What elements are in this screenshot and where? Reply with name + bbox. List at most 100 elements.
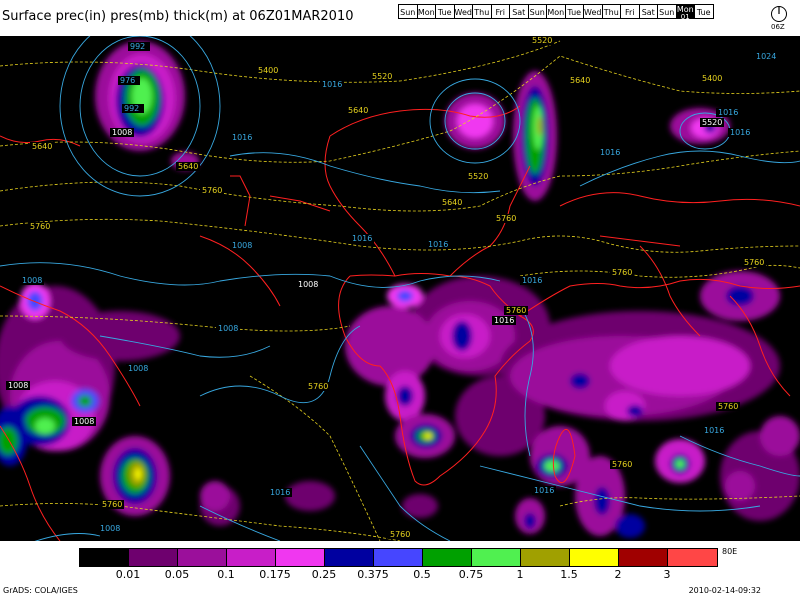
colorbar-tick-label: 1 <box>516 568 524 581</box>
colorbar-swatch <box>619 549 668 566</box>
svg-text:1016: 1016 <box>522 276 542 285</box>
day-label: Fri <box>624 8 635 17</box>
svg-text:1008: 1008 <box>128 364 148 373</box>
label-isobar: 992 <box>130 42 145 51</box>
day-cell: Mon <box>416 4 436 19</box>
colorbar-swatch <box>129 549 178 566</box>
day-label: Wed <box>584 8 602 17</box>
day-label: Sun <box>400 8 416 17</box>
svg-text:5760: 5760 <box>496 214 516 223</box>
svg-text:1016: 1016 <box>270 488 290 497</box>
colorbar-tick-label: 2 <box>614 568 622 581</box>
svg-text:5520: 5520 <box>372 72 392 81</box>
svg-text:5640: 5640 <box>348 106 368 115</box>
svg-text:5760: 5760 <box>612 460 632 469</box>
colorbar-tick-label: 0.01 <box>115 568 141 581</box>
day-cell: Sat <box>509 4 529 19</box>
svg-text:5520: 5520 <box>468 172 488 181</box>
day-sub-label: 01 <box>680 13 690 21</box>
svg-text:1008: 1008 <box>218 324 238 333</box>
svg-text:5760: 5760 <box>30 222 50 231</box>
svg-text:5400: 5400 <box>258 66 278 75</box>
day-label: Wed <box>454 8 472 17</box>
svg-text:5520: 5520 <box>702 118 722 127</box>
colorbar-tick-label: 0.5 <box>413 568 431 581</box>
svg-text:5760: 5760 <box>308 382 328 391</box>
svg-text:5640: 5640 <box>32 142 52 151</box>
svg-text:5760: 5760 <box>202 186 222 195</box>
svg-text:1008: 1008 <box>100 524 120 533</box>
svg-text:1016: 1016 <box>322 80 342 89</box>
footer-timestamp: 2010-02-14-09:32 <box>688 586 761 595</box>
colorbar-tick-label: 0.25 <box>311 568 337 581</box>
day-label: Tue <box>437 8 452 17</box>
compass-label: 06Z <box>771 23 785 31</box>
day-label: Thu <box>474 8 490 17</box>
colorbar-swatch <box>178 549 227 566</box>
svg-text:5760: 5760 <box>102 500 122 509</box>
svg-text:1008: 1008 <box>112 128 132 137</box>
map-canvas: 992 976 992 1008 1016 1016 1016 1016 101… <box>0 36 800 541</box>
day-label: Tue <box>567 8 582 17</box>
svg-text:1008: 1008 <box>22 276 42 285</box>
svg-text:1016: 1016 <box>352 234 372 243</box>
svg-text:1016: 1016 <box>718 108 738 117</box>
svg-text:5760: 5760 <box>612 268 632 277</box>
colorbar-tick-label: 3 <box>663 568 671 581</box>
day-cell: Tue <box>564 4 584 19</box>
precip-colorbar <box>79 548 718 567</box>
day-label: Mon <box>417 8 435 17</box>
svg-text:976: 976 <box>120 76 135 85</box>
colorbar-swatch <box>227 549 276 566</box>
colorbar-swatch <box>668 549 717 566</box>
day-cell: Sun <box>657 4 677 19</box>
day-cell: Wed <box>453 4 473 19</box>
day-label: Sat <box>641 8 655 17</box>
colorbar-swatch <box>570 549 619 566</box>
colorbar-swatch <box>374 549 423 566</box>
svg-text:1024: 1024 <box>756 52 776 61</box>
svg-text:992: 992 <box>124 104 139 113</box>
svg-text:1016: 1016 <box>704 426 724 435</box>
svg-text:1016: 1016 <box>232 133 252 142</box>
day-label: Mon <box>547 8 565 17</box>
svg-text:1008: 1008 <box>232 241 252 250</box>
svg-text:5760: 5760 <box>744 258 764 267</box>
svg-text:5760: 5760 <box>390 530 410 539</box>
svg-text:5520: 5520 <box>532 36 552 45</box>
svg-text:1008: 1008 <box>74 417 94 426</box>
day-label: Tue <box>696 8 711 17</box>
colorbar-tick-label: 0.1 <box>217 568 235 581</box>
svg-text:1008: 1008 <box>298 280 318 289</box>
colorbar-tick-label: 0.375 <box>357 568 389 581</box>
day-cell: Sun <box>398 4 418 19</box>
day-label: Sun <box>659 8 675 17</box>
svg-text:5400: 5400 <box>702 74 722 83</box>
chart-title: Surface prec(in) pres(mb) thick(m) at 06… <box>2 9 354 24</box>
svg-text:1008: 1008 <box>8 381 28 390</box>
colorbar-tick-label: 0.05 <box>164 568 190 581</box>
svg-text:1016: 1016 <box>730 128 750 137</box>
day-cell: Thu <box>472 4 492 19</box>
day-label: Thu <box>603 8 619 17</box>
longitude-label: 80E <box>722 547 738 556</box>
colorbar-swatch <box>423 549 472 566</box>
day-cell: Fri <box>620 4 640 19</box>
colorbar-swatch <box>472 549 521 566</box>
svg-text:1016: 1016 <box>534 486 554 495</box>
svg-text:5760: 5760 <box>506 306 526 315</box>
weather-map: 992 976 992 1008 1016 1016 1016 1016 101… <box>0 36 800 541</box>
day-cell: Sat <box>638 4 658 19</box>
svg-text:5640: 5640 <box>570 76 590 85</box>
colorbar-swatch <box>325 549 374 566</box>
day-cell: Tue <box>694 4 714 19</box>
day-label: Sat <box>512 8 526 17</box>
svg-text:5640: 5640 <box>178 162 198 171</box>
day-cell: Wed <box>583 4 603 19</box>
precip-field <box>0 41 800 538</box>
colorbar-swatch <box>521 549 570 566</box>
day-label: Fri <box>495 8 506 17</box>
svg-text:5640: 5640 <box>442 198 462 207</box>
day-cell: Thu <box>601 4 621 19</box>
day-cell: Mon <box>546 4 566 19</box>
